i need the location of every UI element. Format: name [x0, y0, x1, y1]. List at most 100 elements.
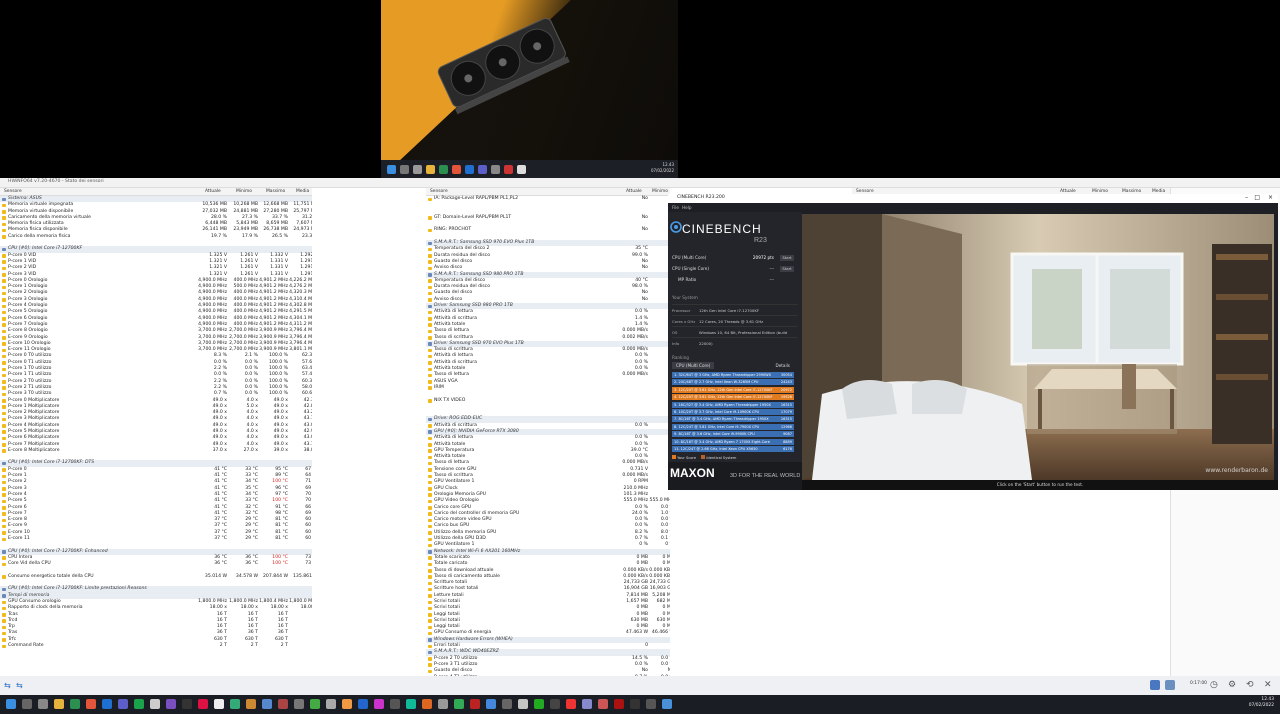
- app-icon[interactable]: [518, 699, 528, 709]
- ranking-item[interactable]: 7. 8C/16T @ 3.4 GHz, AMD Ryzen Threadrip…: [672, 416, 794, 423]
- app-icon[interactable]: [614, 699, 624, 709]
- ranking-item[interactable]: 8. 12C/24T @ 3.81 GHz, Intel Core i9-790…: [672, 423, 794, 430]
- ranking-item[interactable]: 5. 16C/32T @ 3.4 GHz, AMD Ryzen Threadri…: [672, 401, 794, 408]
- ranking-item[interactable]: 3. 12C/20T @ 3.61 GHz, 12th Gen Intel Co…: [672, 386, 794, 393]
- app-icon[interactable]: [182, 699, 192, 709]
- start-single-button[interactable]: Start: [780, 266, 794, 272]
- ranking-item[interactable]: 10. 8C/16T @ 3.4 GHz, AMD Ryzen 7 1700X …: [672, 438, 794, 445]
- app-icon[interactable]: [478, 164, 487, 174]
- chip-icon: [428, 241, 432, 246]
- cinebench-taskbar-icon[interactable]: [662, 699, 672, 709]
- header-sensor[interactable]: Sensore: [430, 189, 448, 194]
- ranking-item[interactable]: 2. 24C/48T @ 2.7 GHz, Intel Xeon W-3265M…: [672, 379, 794, 386]
- chrome-icon[interactable]: [70, 699, 80, 709]
- spotify-icon[interactable]: [134, 699, 144, 709]
- app-icon[interactable]: [278, 699, 288, 709]
- edge-icon[interactable]: [102, 699, 112, 709]
- app-icon[interactable]: [486, 699, 496, 709]
- close-icon[interactable]: ✕: [1264, 680, 1272, 690]
- app-icon[interactable]: [326, 699, 336, 709]
- app-icon[interactable]: [598, 699, 608, 709]
- app-icon[interactable]: [150, 699, 160, 709]
- task-view-icon[interactable]: [413, 164, 422, 174]
- taskbar-clock: 12.43 07/02/2022: [1249, 697, 1274, 709]
- header-sensor[interactable]: Sensore: [4, 189, 22, 194]
- app-icon[interactable]: [390, 699, 400, 709]
- app-icon[interactable]: [646, 699, 656, 709]
- sensor-column-1: Sensore Attuale Minimo Massimo Media Sistema:…: [0, 188, 312, 676]
- app-icon[interactable]: [342, 699, 352, 709]
- search-icon[interactable]: [22, 699, 32, 709]
- search-icon[interactable]: [400, 164, 409, 174]
- app-icon[interactable]: [504, 164, 513, 174]
- header-min[interactable]: Minimo: [652, 189, 668, 194]
- app-icon[interactable]: [246, 699, 256, 709]
- header-min[interactable]: Minimo: [236, 189, 252, 194]
- header-current[interactable]: Attuale: [205, 189, 221, 194]
- firefox-icon[interactable]: [452, 164, 461, 174]
- app-icon[interactable]: [262, 699, 272, 709]
- ranking-item[interactable]: 4. 12C/20T @ 3.61 GHz, 12th Gen Intel Co…: [672, 394, 794, 401]
- details-button[interactable]: Details: [775, 362, 790, 370]
- arrows-left-icon[interactable]: ⇆: [4, 681, 11, 690]
- app-icon[interactable]: [491, 164, 500, 174]
- windows-start-icon[interactable]: [6, 699, 16, 709]
- app-icon[interactable]: [374, 699, 384, 709]
- ranking-select[interactable]: CPU (Multi Core): [672, 362, 715, 369]
- start-multi-button[interactable]: Start: [780, 255, 794, 261]
- ranking-item[interactable]: 1. 32C/64T @ 3 GHz, AMD Ryzen Threadripp…: [672, 372, 794, 378]
- report-icon[interactable]: [1165, 680, 1175, 690]
- chrome-icon[interactable]: [439, 164, 448, 174]
- minimize-icon[interactable]: –: [1245, 194, 1248, 201]
- app-icon[interactable]: [230, 699, 240, 709]
- task-view-icon[interactable]: [38, 699, 48, 709]
- clock-icon[interactable]: ◷: [1210, 680, 1218, 690]
- header-max[interactable]: Massimo: [266, 189, 285, 194]
- sensor-row[interactable]: Command Rate 2 T2 T2 T: [0, 643, 312, 649]
- chip-icon: [428, 430, 432, 434]
- app-icon[interactable]: [422, 699, 432, 709]
- file-explorer-icon[interactable]: [54, 699, 64, 709]
- network-icon[interactable]: [1150, 680, 1160, 690]
- app-icon[interactable]: [566, 699, 576, 709]
- app-icon[interactable]: [517, 164, 526, 174]
- app-icon[interactable]: [630, 699, 640, 709]
- windows-start-icon[interactable]: [387, 164, 396, 174]
- reset-icon[interactable]: ⟲: [1246, 680, 1254, 690]
- ranking-item[interactable]: 11. 12C/24T @ 2.66 GHz, Intel Xeon CPU X…: [672, 446, 794, 452]
- app-icon[interactable]: [198, 699, 208, 709]
- sensor-icon: [428, 424, 432, 428]
- app-icon[interactable]: [534, 699, 544, 709]
- close-icon[interactable]: ×: [1268, 194, 1273, 201]
- sensor-icon: [428, 543, 432, 548]
- arrows-right-icon[interactable]: ⇆: [16, 681, 23, 690]
- app-icon[interactable]: [310, 699, 320, 709]
- header-avg[interactable]: Media: [296, 189, 309, 194]
- sensor-icon: [428, 556, 432, 560]
- teams-icon[interactable]: [118, 699, 128, 709]
- menu-file[interactable]: File: [672, 205, 679, 210]
- sensor-icon: [428, 625, 432, 630]
- firefox-icon[interactable]: [86, 699, 96, 709]
- app-icon[interactable]: [550, 699, 560, 709]
- sensor-icon: [428, 399, 432, 403]
- settings-icon[interactable]: ⚙: [1228, 680, 1236, 690]
- app-icon[interactable]: [502, 699, 512, 709]
- app-icon[interactable]: [406, 699, 416, 709]
- app-icon[interactable]: [582, 699, 592, 709]
- app-icon[interactable]: [166, 699, 176, 709]
- app-icon[interactable]: [358, 699, 368, 709]
- edge-icon[interactable]: [465, 164, 474, 174]
- app-icon[interactable]: [454, 699, 464, 709]
- sensor-icon: [428, 197, 432, 201]
- header-current[interactable]: Attuale: [626, 189, 642, 194]
- file-explorer-icon[interactable]: [426, 164, 435, 174]
- maximize-icon[interactable]: □: [1254, 194, 1260, 201]
- app-icon[interactable]: [470, 699, 480, 709]
- app-icon[interactable]: [438, 699, 448, 709]
- ranking-item[interactable]: 9. 8C/16T @ 3.6 GHz, Intel Core i9-9900K…: [672, 431, 794, 438]
- ranking-item[interactable]: 6. 10C/20T @ 3.7 GHz, Intel Core i9-1090…: [672, 409, 794, 415]
- app-icon[interactable]: [214, 699, 224, 709]
- menu-help[interactable]: Help: [682, 205, 692, 210]
- app-icon[interactable]: [294, 699, 304, 709]
